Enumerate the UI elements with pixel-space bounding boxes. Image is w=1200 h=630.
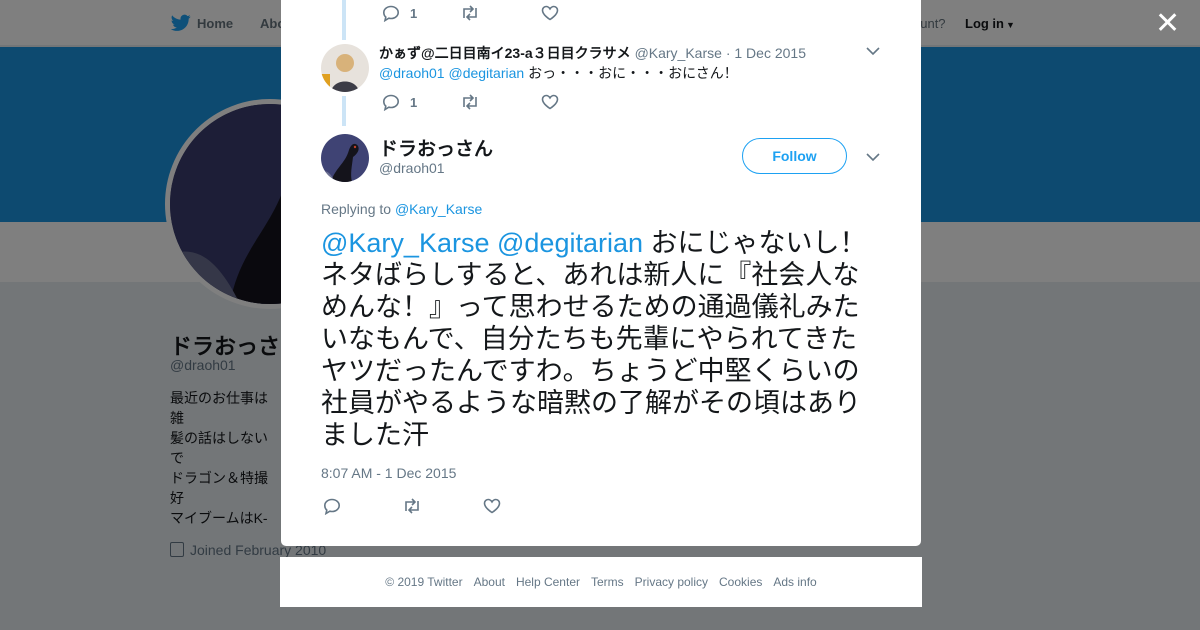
footer-link-help-center[interactable]: Help Center: [516, 575, 580, 589]
main-author-handle[interactable]: @draoh01: [379, 160, 445, 176]
chevron-down-icon[interactable]: [866, 152, 880, 162]
mention-link[interactable]: @degitarian: [497, 228, 643, 258]
mention-link[interactable]: @degitarian: [448, 65, 524, 81]
footer-link-cookies[interactable]: Cookies: [719, 575, 762, 589]
modal-footer: © 2019 Twitter About Help Center Terms P…: [280, 557, 922, 607]
reply-tweet-body: おっ・・・おに・・・おにさん！: [528, 65, 738, 81]
mention-link[interactable]: @draoh01: [379, 65, 445, 81]
reply-author-handle[interactable]: @Kary_Karse: [635, 45, 722, 61]
heart-icon: [541, 5, 559, 21]
dot-separator: ·: [725, 45, 731, 61]
follow-button[interactable]: Follow: [742, 138, 847, 174]
retweet-action[interactable]: [460, 5, 480, 21]
reply-action[interactable]: 1: [382, 5, 417, 22]
retweet-action[interactable]: [460, 94, 480, 110]
footer-link-privacy[interactable]: Privacy policy: [635, 575, 708, 589]
reply-tweet-header: かぁず@二日目南イ23-a３日目クラサメ @Kary_Karse · 1 Dec…: [379, 43, 806, 63]
like-action[interactable]: [541, 5, 559, 21]
footer-link-terms[interactable]: Terms: [591, 575, 624, 589]
main-author-avatar[interactable]: [321, 134, 369, 182]
user-avatar-image: [321, 44, 369, 92]
reply-icon: [382, 5, 400, 22]
thread-connector-line: [342, 0, 346, 40]
main-tweet-body: おにじゃないし！ネタばらしすると、あれは新人に『社会人なめんな！』って思わせるた…: [321, 228, 867, 450]
reply-action[interactable]: 1: [382, 94, 417, 111]
thread-connector-line: [342, 96, 346, 126]
footer-link-ads-info[interactable]: Ads info: [773, 575, 816, 589]
reply-count: 1: [410, 95, 418, 110]
tweet-timestamp[interactable]: 8:07 AM - 1 Dec 2015: [321, 465, 456, 481]
dragon-avatar-image: [321, 134, 369, 182]
like-action[interactable]: [483, 498, 501, 514]
reply-icon: [323, 498, 341, 515]
heart-icon: [483, 498, 501, 514]
reply-count: 1: [410, 6, 418, 21]
retweet-action[interactable]: [402, 498, 422, 514]
reply-author-name[interactable]: かぁず@二日目南イ23-a３日目クラサメ: [379, 45, 631, 61]
chevron-down-icon[interactable]: [866, 46, 880, 56]
reply-action[interactable]: [323, 498, 341, 515]
main-tweet-text: @Kary_Karse @degitarian おにじゃないし！ネタばらしすると…: [321, 227, 883, 451]
tweet-modal: 1 かぁず@二日目南イ23-a３日目クラサメ @Kary_Karse · 1 D…: [281, 0, 921, 546]
close-icon[interactable]: ✕: [1155, 9, 1180, 39]
retweet-icon: [463, 94, 477, 110]
reply-tweet-text: @draoh01 @degitarian おっ・・・おに・・・おにさん！: [379, 63, 738, 83]
replying-to-link[interactable]: @Kary_Karse: [395, 201, 482, 217]
reply-tweet-date[interactable]: 1 Dec 2015: [734, 45, 806, 61]
retweet-icon: [405, 498, 419, 514]
like-action[interactable]: [541, 94, 559, 110]
replying-to-line: Replying to @Kary_Karse: [321, 201, 482, 217]
heart-icon: [541, 94, 559, 110]
reply-author-avatar[interactable]: [321, 44, 369, 92]
footer-copyright: © 2019 Twitter: [385, 575, 463, 589]
reply-icon: [382, 94, 400, 111]
retweet-icon: [463, 5, 477, 21]
footer-link-about[interactable]: About: [474, 575, 505, 589]
main-author-name[interactable]: ドラおっさん: [379, 134, 493, 161]
replying-to-label: Replying to: [321, 201, 392, 217]
mention-link[interactable]: @Kary_Karse: [321, 228, 489, 258]
